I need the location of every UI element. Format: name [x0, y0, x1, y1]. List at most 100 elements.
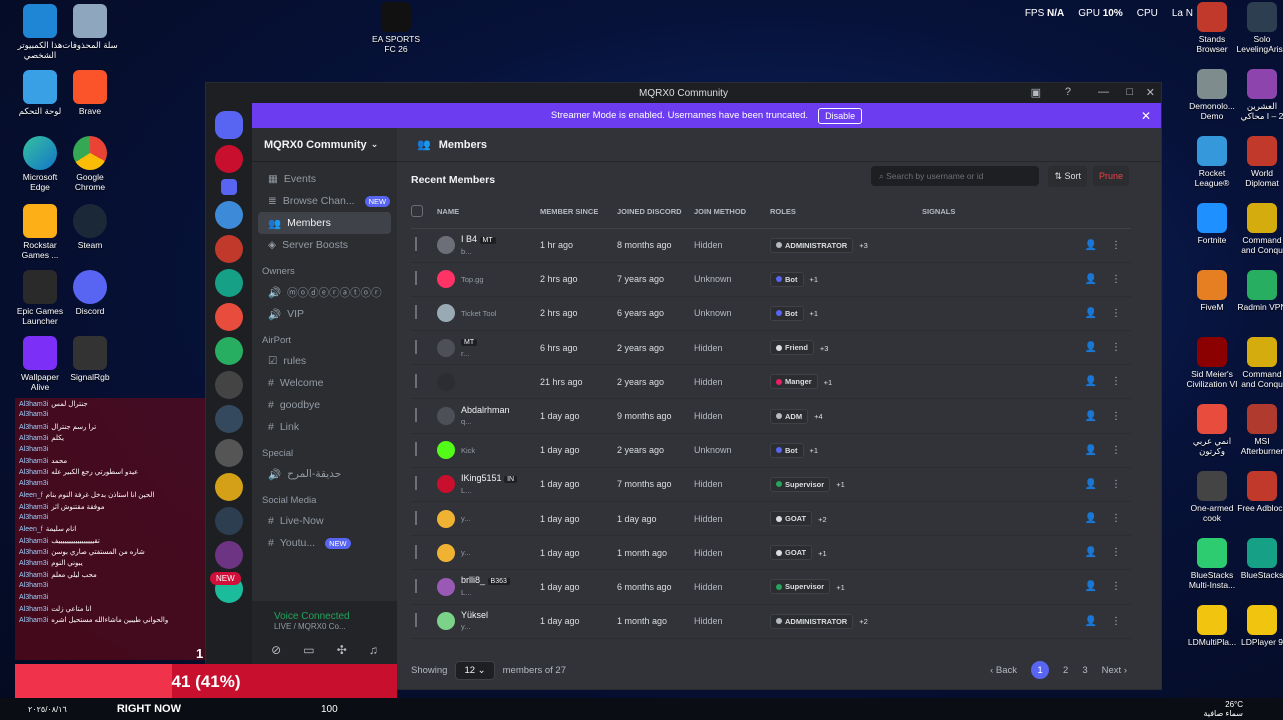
- member-row[interactable]: Yüksel y... 1 day ago 1 month ago Hidden ADMI…: [411, 604, 1131, 639]
- avatar[interactable]: [437, 407, 455, 426]
- role-badge[interactable]: Supervisor: [770, 579, 831, 595]
- more-roles[interactable]: +4: [814, 412, 823, 421]
- server-icon[interactable]: [215, 235, 243, 263]
- row-checkbox[interactable]: [411, 535, 437, 571]
- desktop-shortcut-icon[interactable]: Solo LevelingArise: [1236, 2, 1283, 54]
- member-row[interactable]: Abdalrhman q... 1 day ago 9 months ago Hidde…: [411, 398, 1131, 434]
- more-options-icon[interactable]: ⋮: [1111, 274, 1121, 285]
- server-icon[interactable]: [215, 145, 243, 173]
- next-button[interactable]: Next ›: [1102, 665, 1127, 676]
- soundboard-icon[interactable]: ♫: [369, 643, 378, 657]
- desktop-shortcut-icon[interactable]: Stands Browser: [1186, 2, 1238, 54]
- profile-icon[interactable]: 👤: [1085, 274, 1097, 285]
- more-options-icon[interactable]: ⋮: [1111, 376, 1121, 387]
- more-roles[interactable]: +2: [818, 515, 827, 524]
- category-special[interactable]: Special: [252, 438, 397, 463]
- channel-item[interactable]: # Live-Now: [258, 510, 391, 532]
- col-member-since[interactable]: MEMBER SINCE: [540, 196, 617, 229]
- page-3-button[interactable]: 3: [1082, 665, 1087, 676]
- camera-off-icon[interactable]: ⊘: [271, 643, 281, 657]
- more-options-icon[interactable]: ⋮: [1111, 308, 1121, 319]
- category-airport[interactable]: AirPort: [252, 325, 397, 350]
- more-options-icon[interactable]: ⋮: [1111, 342, 1121, 353]
- profile-icon[interactable]: 👤: [1085, 581, 1097, 592]
- fc26-icon[interactable]: EA SPORTS FC 26: [368, 2, 424, 54]
- channel-item[interactable]: 🔊 حديقة-المرح: [258, 463, 391, 485]
- chrome-icon[interactable]: Google Chrome: [62, 136, 118, 192]
- channel-item[interactable]: ☑ rules: [258, 350, 391, 372]
- member-row[interactable]: MT r... 6 hrs ago 2 years ago Hidden Friend +3…: [411, 330, 1131, 366]
- select-all-checkbox[interactable]: [411, 196, 437, 229]
- channel-item[interactable]: # goodbye: [258, 394, 391, 416]
- server-icon[interactable]: [215, 541, 243, 569]
- sort-button[interactable]: ⇅ Sort: [1048, 166, 1087, 187]
- help-icon[interactable]: ?: [1065, 86, 1071, 98]
- channel-item[interactable]: # Link: [258, 416, 391, 438]
- channel-item[interactable]: # Youtu... NEW: [258, 532, 391, 554]
- member-row[interactable]: 21 hrs ago 2 years ago Hidden Manger +1 👤 ⋮: [411, 364, 1131, 400]
- more-roles[interactable]: +3: [820, 344, 829, 353]
- profile-icon[interactable]: 👤: [1085, 616, 1097, 627]
- profile-icon[interactable]: 👤: [1085, 308, 1097, 319]
- discord-icon[interactable]: Discord: [62, 270, 118, 316]
- wallpaper-alive-icon[interactable]: Wallpaper Alive: [12, 336, 68, 392]
- role-badge[interactable]: ADM: [770, 408, 809, 424]
- avatar[interactable]: [437, 577, 455, 596]
- role-badge[interactable]: Friend: [770, 340, 814, 356]
- member-search-input[interactable]: ⌕ Search by username or id: [871, 166, 1039, 186]
- desktop-shortcut-icon[interactable]: Demonolo... Demo: [1186, 69, 1238, 121]
- col-joined-discord[interactable]: JOINED DISCORD: [617, 196, 694, 229]
- more-roles[interactable]: +1: [836, 480, 845, 489]
- signalrgb-icon[interactable]: SignalRgb: [62, 336, 118, 382]
- prune-button[interactable]: Prune: [1092, 166, 1129, 186]
- more-options-icon[interactable]: ⋮: [1111, 479, 1121, 490]
- col-join-method[interactable]: JOIN METHOD: [694, 196, 770, 229]
- desktop-shortcut-icon[interactable]: MSI Afterburner: [1236, 404, 1283, 456]
- server-icon[interactable]: [215, 371, 243, 399]
- weather-widget[interactable]: 26°C سماء صافية: [1203, 700, 1243, 718]
- desktop-shortcut-icon[interactable]: World Diplomat: [1236, 136, 1283, 188]
- member-row[interactable]: IKing5151 IN L... 1 day ago 7 months ago Hid…: [411, 467, 1131, 503]
- profile-icon[interactable]: 👤: [1085, 376, 1097, 387]
- screen-share-icon[interactable]: ▭: [303, 643, 314, 657]
- inbox-icon[interactable]: ▣: [1031, 86, 1041, 99]
- more-options-icon[interactable]: ⋮: [1111, 616, 1121, 627]
- row-checkbox[interactable]: [411, 569, 437, 605]
- row-checkbox[interactable]: [411, 330, 437, 366]
- disable-button[interactable]: Disable: [818, 107, 863, 124]
- channel-browse[interactable]: ≣ Browse Chan... NEW: [258, 190, 391, 212]
- server-icon[interactable]: [215, 269, 243, 297]
- desktop-shortcut-icon[interactable]: Radmin VPN: [1236, 270, 1283, 312]
- col-name[interactable]: NAME: [437, 196, 540, 229]
- avatar[interactable]: [437, 236, 455, 255]
- desktop-shortcut-icon[interactable]: One-armed cook: [1186, 471, 1238, 523]
- more-roles[interactable]: +1: [810, 446, 819, 455]
- recycle-bin-icon[interactable]: سلة المحذوفات: [62, 4, 118, 50]
- role-badge[interactable]: Bot: [770, 442, 804, 458]
- desktop-shortcut-icon[interactable]: Sid Meier's Civilization VI: [1186, 337, 1238, 389]
- member-row[interactable]: Top.gg 2 hrs ago 7 years ago Unknown Bot +1 👤 ⋮: [411, 262, 1131, 297]
- more-options-icon[interactable]: ⋮: [1111, 581, 1121, 592]
- close-icon[interactable]: ✕: [1146, 86, 1155, 99]
- control-panel-icon[interactable]: لوحة التحكم: [12, 70, 68, 116]
- desktop-shortcut-icon[interactable]: العشرين محاكي I – 2: [1236, 69, 1283, 121]
- more-options-icon[interactable]: ⋮: [1111, 411, 1121, 422]
- page-1-button[interactable]: 1: [1031, 661, 1050, 679]
- discord-home-icon[interactable]: [215, 111, 243, 139]
- more-roles[interactable]: +1: [810, 309, 819, 318]
- profile-icon[interactable]: 👤: [1085, 445, 1097, 456]
- desktop-shortcut-icon[interactable]: انمي عربي وكرتون: [1186, 404, 1238, 456]
- channel-events[interactable]: ▦ Events: [258, 168, 391, 190]
- member-row[interactable]: y... 1 day ago 1 month ago Hidden GOAT +1 👤 ⋮: [411, 535, 1131, 571]
- member-row[interactable]: Kick 1 day ago 2 years ago Unknown Bot +1 👤 ⋮: [411, 433, 1131, 468]
- more-roles[interactable]: +3: [859, 241, 868, 250]
- server-icon[interactable]: [215, 337, 243, 365]
- avatar[interactable]: [437, 441, 455, 460]
- profile-icon[interactable]: 👤: [1085, 547, 1097, 558]
- row-checkbox[interactable]: [411, 604, 437, 639]
- steam-icon[interactable]: Steam: [62, 204, 118, 250]
- row-checkbox[interactable]: [411, 501, 437, 537]
- more-options-icon[interactable]: ⋮: [1111, 513, 1121, 524]
- avatar[interactable]: [437, 270, 455, 289]
- minimize-icon[interactable]: —: [1098, 86, 1109, 98]
